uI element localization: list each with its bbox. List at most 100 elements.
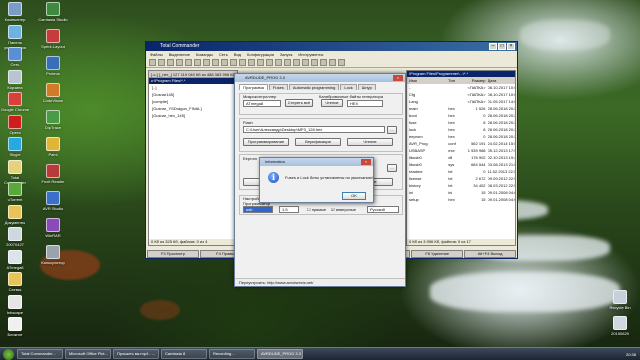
program-flash-button[interactable]: Программирование xyxy=(243,138,289,146)
dialog-titlebar[interactable]: Information × xyxy=(260,158,373,166)
list-item[interactable]: [Gusnar145] xyxy=(149,91,237,98)
flash-file-field[interactable]: C:\User\Александр\Desktop\MP3_128.hex xyxy=(243,126,385,133)
menu-item[interactable]: Команды xyxy=(196,51,213,58)
table-row[interactable]: main hex 1 52628.06.2018 20:24 xyxy=(407,105,515,112)
taskbar-button[interactable]: Total Commander... xyxy=(17,349,63,359)
toolbar-button-icon[interactable] xyxy=(257,59,264,66)
desktop-icon[interactable]: Recycle Bin xyxy=(605,290,635,310)
desktop-icon[interactable]: Proteus xyxy=(38,56,68,76)
taskbar-button[interactable]: AVRDUDE_PROG 3.3 xyxy=(257,349,303,359)
tab-1[interactable]: Fuses xyxy=(268,84,288,90)
close-button[interactable]: × xyxy=(361,159,371,165)
menu-item[interactable]: Выделение xyxy=(169,51,190,58)
desktop-icon[interactable]: Foxit Reader xyxy=(38,164,68,184)
desktop-icon[interactable]: Блокнот xyxy=(0,317,30,337)
desktop-icon[interactable]: Camtasia Studio xyxy=(38,2,68,22)
list-item[interactable]: [Gusnar_YSDragon_FINAL] xyxy=(149,105,237,112)
clock[interactable]: 20:38 xyxy=(626,348,636,360)
list-item[interactable]: [compile] xyxy=(149,98,237,105)
toolbar-button-icon[interactable] xyxy=(275,59,282,66)
desktop-icon[interactable]: DipTrace xyxy=(38,110,68,130)
menu-item[interactable]: Конфигурация xyxy=(247,51,274,58)
window-titlebar[interactable]: Total Commander – □ × xyxy=(146,42,517,51)
table-row[interactable]: Cfg <ПАПКА>08.10.2017 10:05 xyxy=(407,91,515,98)
table-row[interactable]: boot hex 028.06.2018 20:24 xyxy=(407,112,515,119)
port-select[interactable]: usb xyxy=(243,206,273,213)
toolbar-button-icon[interactable] xyxy=(176,59,183,66)
toolbar-button-icon[interactable] xyxy=(185,59,192,66)
language-select[interactable]: Русский xyxy=(367,206,399,213)
desktop-icon[interactable]: Корзина xyxy=(0,69,30,90)
desktop-icon[interactable]: uTorrent xyxy=(0,182,30,202)
tab-2[interactable]: Automatic programming xyxy=(288,84,340,90)
col-date[interactable]: Дата xyxy=(488,77,515,84)
toolbar-button-icon[interactable] xyxy=(329,59,336,66)
speed-select[interactable]: 1.5 xyxy=(279,206,299,213)
toolbar-button-icon[interactable] xyxy=(284,59,291,66)
close-button[interactable]: × xyxy=(393,75,403,81)
desktop-icon[interactable]: Paint xyxy=(38,137,68,157)
desktop-icon[interactable]: Inkscape xyxy=(0,294,30,315)
table-row[interactable]: history txt 34 40208.03.2012 22:56 xyxy=(407,182,515,189)
start-button[interactable] xyxy=(3,348,14,360)
table-row[interactable]: license txt 2 67209.09.2012 22:59 xyxy=(407,175,515,182)
table-row[interactable]: setup hex 1509.01.2008 04:03 xyxy=(407,196,515,203)
toolbar-button-icon[interactable] xyxy=(149,59,156,66)
information-dialog[interactable]: Information × i Fuses и Lock биты устано… xyxy=(259,157,374,203)
desktop-icon[interactable]: Google Chrome xyxy=(0,92,30,112)
desktop-icon[interactable]: Калькулятор xyxy=(38,245,68,265)
erase-all-button[interactable]: Стереть всё xyxy=(285,99,313,107)
desktop-icon[interactable]: Сеть xyxy=(0,47,30,67)
maximize-button[interactable]: □ xyxy=(498,43,506,50)
function-key-button[interactable]: F8 Удаление xyxy=(411,250,464,258)
browse-flash-button[interactable]: … xyxy=(387,126,397,134)
list-item[interactable]: [..] xyxy=(149,84,237,91)
toolbar-button-icon[interactable] xyxy=(338,59,345,66)
menu-item[interactable]: Файлы xyxy=(150,51,163,58)
table-row[interactable]: eeprom hex 028.06.2018 20:24 xyxy=(407,133,515,140)
col-ext[interactable]: Тип xyxy=(448,77,466,84)
desktop-icon[interactable]: Sprint-Layout xyxy=(38,29,68,49)
toolbar-button-icon[interactable] xyxy=(248,59,255,66)
toolbar-button-icon[interactable] xyxy=(239,59,246,66)
desktop-icon[interactable]: Компьютер xyxy=(0,2,30,22)
desktop-icon[interactable]: CodeVision xyxy=(38,83,68,103)
desktop-icon[interactable]: Skype xyxy=(0,137,30,157)
desktop-icon[interactable]: Total Commander xyxy=(0,159,30,185)
desktop-icon[interactable]: Opera xyxy=(0,114,30,135)
desktop-icon[interactable]: Документы xyxy=(0,204,30,225)
desktop-icon[interactable]: 20150629 xyxy=(605,316,635,336)
function-key-button[interactable]: Alt+F4 Выход xyxy=(464,250,517,258)
table-row[interactable]: lock hex 828.06.2018 20:24 xyxy=(407,126,515,133)
table-row[interactable]: .. <ПАПКА>08.10.2017 10:05 xyxy=(407,84,515,91)
direct-checkbox[interactable]: ☐ прямые xyxy=(307,207,326,212)
calibration-read-button[interactable]: Чтение xyxy=(321,99,343,107)
toolbar-button-icon[interactable] xyxy=(230,59,237,66)
tab-3[interactable]: Lock xyxy=(340,84,357,90)
toolbar-button-icon[interactable] xyxy=(221,59,228,66)
toolbar-button-icon[interactable] xyxy=(158,59,165,66)
table-row[interactable]: fuse hex 828.06.2018 20:24 xyxy=(407,119,515,126)
browse-eeprom-button[interactable]: … xyxy=(387,164,397,172)
desktop-icon[interactable]: 20070427 xyxy=(0,227,30,247)
toolbar-button-icon[interactable] xyxy=(302,59,309,66)
read-flash-button[interactable]: Чтение xyxy=(347,138,393,146)
toolbar-button-icon[interactable] xyxy=(311,59,318,66)
desktop-icon[interactable]: AVR Studio xyxy=(38,191,68,211)
menu-item[interactable]: Запуск xyxy=(280,51,293,58)
toolbar-button-icon[interactable] xyxy=(293,59,300,66)
tab-0[interactable]: Программа xyxy=(239,84,268,90)
toolbar-button-icon[interactable] xyxy=(167,59,174,66)
function-key-button[interactable]: F3 Просмотр xyxy=(147,250,199,258)
minimize-button[interactable]: – xyxy=(489,43,497,50)
left-file-panel[interactable]: [-c-] [_нет_] 127 119 040 Кб из 488 383 … xyxy=(148,70,238,246)
toolbar-button-icon[interactable] xyxy=(203,59,210,66)
verify-flash-button[interactable]: Верификация xyxy=(295,138,341,146)
taskbar-button[interactable]: Camtasia 8 xyxy=(161,349,207,359)
table-row[interactable]: USBASP exe 1 539 96805.12.2013 17:54 xyxy=(407,147,515,154)
toolbar-button-icon[interactable] xyxy=(266,59,273,66)
col-name[interactable]: Имя xyxy=(407,77,448,84)
table-row[interactable]: Lang <ПАПКА>01.05.2017 14:08 xyxy=(407,98,515,105)
taskbar-button[interactable]: Recording... xyxy=(209,349,255,359)
menu-item[interactable]: Вид xyxy=(234,51,241,58)
